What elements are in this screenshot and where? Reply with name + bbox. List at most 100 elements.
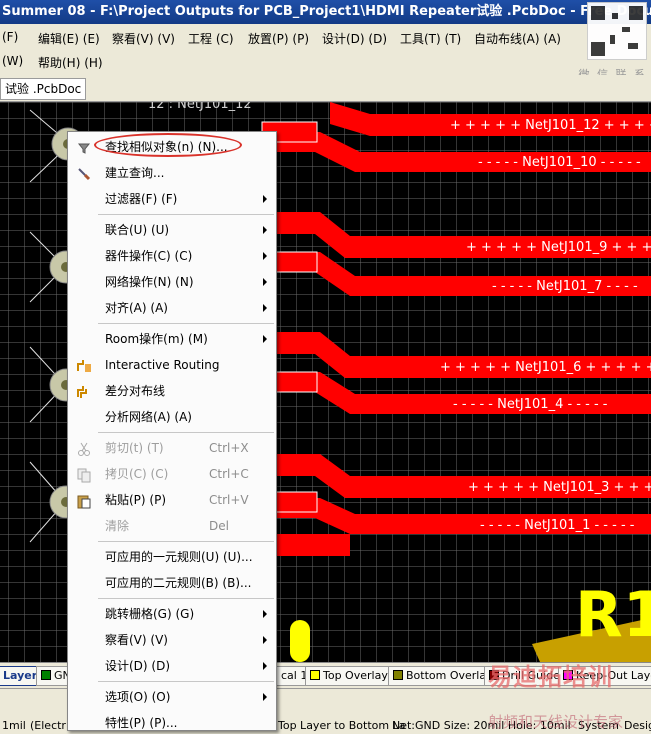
submenu-arrow-icon: [263, 304, 267, 312]
submenu-arrow-icon: [263, 278, 267, 286]
menu-item-label: 联合(U) (U): [105, 223, 170, 237]
layer-swatch: [41, 670, 51, 680]
copy-icon: [76, 466, 92, 483]
menu-item-22[interactable]: 跳转栅格(G) (G): [68, 601, 276, 627]
layer-tab-label: Bottom Overlay: [406, 669, 493, 682]
menu-help[interactable]: 帮助(H) (H): [38, 54, 103, 71]
menu-view[interactable]: 察看(V) (V): [112, 30, 175, 47]
submenu-arrow-icon: [263, 662, 267, 670]
diffpair-icon: [76, 383, 92, 399]
menu-separator: [98, 541, 274, 542]
menu-place[interactable]: 放置(P) (P): [248, 30, 309, 47]
submenu-arrow-icon: [263, 693, 267, 701]
layer-tab-top-overlay[interactable]: Top Overlay: [305, 666, 393, 686]
document-tab-label: 试验 .PcbDoc: [5, 82, 82, 96]
menu-item-label: 过滤器(F) (F): [105, 192, 178, 206]
net-label-j101-3: + + + + + NetJ101_3 + + + +: [468, 480, 651, 495]
menu-item-shortcut: Del: [209, 519, 229, 533]
net-label-j101-10: - - - - - NetJ101_10 - - - - -: [478, 155, 641, 170]
menu-item-shortcut: Ctrl+X: [209, 441, 249, 455]
menu-item-5[interactable]: 器件操作(C) (C): [68, 243, 276, 269]
watermark-brand: 易迪拓培训: [488, 663, 613, 688]
status-layer-span: Top Layer to Bottom La: [278, 719, 406, 732]
qr-code-image: [587, 2, 647, 60]
layer-tab-label: Top Overlay: [323, 669, 388, 682]
panel-design[interactable]: Desig: [624, 719, 651, 732]
query-icon: [76, 165, 92, 181]
menu-item-label: 设计(D) (D): [105, 659, 171, 673]
window-title: Summer 08 - F:\Project Outputs for PCB_P…: [2, 4, 651, 19]
submenu-arrow-icon: [263, 226, 267, 234]
menu-item-label: 建立查询...: [105, 166, 165, 180]
watermark-brand-sub: 射频和天线设计专家: [488, 713, 624, 731]
menu-item-label: 拷贝(C) (C): [105, 467, 169, 481]
layer-tab-label: cal 1: [281, 669, 308, 682]
menu-edit[interactable]: 编辑(E) (E): [38, 30, 100, 47]
menu-item-6[interactable]: 网络操作(N) (N): [68, 269, 276, 295]
menu-item-11[interactable]: 差分对布线: [68, 378, 276, 404]
menu-item-label: 选项(O) (O): [105, 690, 171, 704]
submenu-arrow-icon: [263, 636, 267, 644]
menu-item-14: 剪切(t) (T) Ctrl+X: [68, 435, 276, 461]
menu-item-label: 差分对布线: [105, 384, 166, 398]
net-label-j101-1: - - - - - NetJ101_1 - - - - -: [480, 518, 635, 533]
net-label-j101-4: - - - - - NetJ101_4 - - - - -: [453, 397, 608, 412]
menu-item-12[interactable]: 分析网络(A) (A): [68, 404, 276, 430]
menu-item-17: 清除 Del: [68, 513, 276, 539]
menu-item-shortcut: Ctrl+V: [209, 493, 249, 507]
menu-design[interactable]: 设计(D) (D): [322, 30, 387, 47]
menu-window[interactable]: (W): [2, 54, 23, 68]
menu-item-26[interactable]: 选项(O) (O): [68, 684, 276, 710]
document-tabstrip: [0, 75, 651, 102]
designator-label: R1: [575, 578, 651, 651]
menu-item-7[interactable]: 对齐(A) (A): [68, 295, 276, 321]
menu-item-label: 器件操作(C) (C): [105, 249, 193, 263]
pad-net-label: 12 : NetJ101_12: [148, 102, 252, 112]
highlight-ellipse: [94, 133, 242, 157]
menu-item-27[interactable]: 特性(P) (P)...: [68, 710, 276, 734]
menu-file[interactable]: (F): [2, 30, 18, 44]
menu-separator: [98, 214, 274, 215]
document-tab[interactable]: 试验 .PcbDoc: [0, 78, 87, 100]
menu-item-9[interactable]: Room操作(m) (M): [68, 326, 276, 352]
menu-item-2[interactable]: 过滤器(F) (F): [68, 186, 276, 212]
menu-item-label: 可应用的二元规则(B) (B)...: [105, 576, 252, 590]
menu-autoroute[interactable]: 自动布线(A) (A): [474, 30, 561, 47]
menu-item-label: 清除: [105, 519, 130, 533]
submenu-arrow-icon: [263, 252, 267, 260]
funnel-icon: [76, 139, 92, 155]
menu-item-1[interactable]: 建立查询...: [68, 160, 276, 186]
net-label-j101-6: + + + + + NetJ101_6 + + + + +: [440, 360, 651, 375]
menubar: (F) 编辑(E) (E) 察看(V) (V) 工程 (C) 放置(P) (P)…: [0, 24, 651, 75]
context-menu: 查找相似对象(n) (N)... 建立查询... 过滤器(F) (F) 联合(U) (…: [67, 131, 277, 731]
menu-item-19[interactable]: 可应用的一元规则(U) (U)...: [68, 544, 276, 570]
scissors-icon: [76, 440, 92, 456]
net-label-j101-9: + + + + + NetJ101_9 + + + +: [466, 240, 651, 255]
menu-item-4[interactable]: 联合(U) (U): [68, 217, 276, 243]
menu-item-16[interactable]: 粘贴(P) (P) Ctrl+V: [68, 487, 276, 513]
menu-item-label: 分析网络(A) (A): [105, 410, 192, 424]
net-label-j101-7: - - - - - NetJ101_7 - - - -: [492, 279, 638, 294]
menu-item-label: 跳转栅格(G) (G): [105, 607, 195, 621]
window-titlebar: Summer 08 - F:\Project Outputs for PCB_P…: [0, 0, 651, 24]
submenu-arrow-icon: [263, 195, 267, 203]
route-icon: [76, 357, 92, 373]
menu-project[interactable]: 工程 (C): [188, 30, 234, 47]
menu-item-15: 拷贝(C) (C) Ctrl+C: [68, 461, 276, 487]
menu-item-20[interactable]: 可应用的二元规则(B) (B)...: [68, 570, 276, 596]
layer-tab-current-label: Layer: [3, 669, 38, 682]
menu-tools[interactable]: 工具(T) (T): [400, 30, 461, 47]
menu-item-label: 网络操作(N) (N): [105, 275, 194, 289]
menu-item-24[interactable]: 设计(D) (D): [68, 653, 276, 679]
layer-tab-bottom-overlay[interactable]: Bottom Overlay: [388, 666, 498, 686]
menu-item-label: 剪切(t) (T): [105, 441, 164, 455]
menu-separator: [98, 323, 274, 324]
overlay-pad: [290, 620, 310, 662]
status-grid: 1mil: [2, 719, 26, 732]
submenu-arrow-icon: [263, 610, 267, 618]
menu-separator: [98, 598, 274, 599]
menu-item-label: 特性(P) (P)...: [105, 716, 178, 730]
menu-item-10[interactable]: Interactive Routing: [68, 352, 276, 378]
menu-item-23[interactable]: 察看(V) (V): [68, 627, 276, 653]
menu-item-label: Room操作(m) (M): [105, 332, 208, 346]
